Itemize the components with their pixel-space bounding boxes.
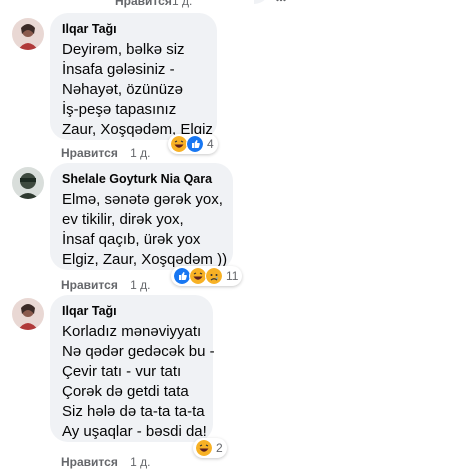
comment-line: Deyirəm, bəlkə siz <box>62 41 185 58</box>
reaction-count: 2 <box>216 441 223 455</box>
comment-timestamp[interactable]: 1 д. <box>130 146 150 160</box>
like-button[interactable]: Нравится <box>61 455 118 469</box>
comment-bubble: Shelale Goyturk Nia Qara Elmə, sənətə gə… <box>50 163 233 270</box>
comment-line: İş-peşə tapasınız <box>62 101 177 118</box>
avatar[interactable] <box>12 167 44 199</box>
comment-line: Siz hələ də ta-ta ta-ta <box>62 403 205 420</box>
reaction-summary[interactable]: 2 <box>193 438 227 458</box>
haha-icon <box>195 439 213 457</box>
more-options-icon[interactable] <box>276 0 286 2</box>
sad-icon <box>205 267 223 285</box>
comment-timestamp[interactable]: 1 д. <box>130 278 150 292</box>
comment-line: Nə qədər gedəcək bu - <box>62 343 215 360</box>
comment-author[interactable]: Ilqar Tağı <box>62 21 205 37</box>
comment-line: Çorək də getdi tata <box>62 383 189 400</box>
comment-author[interactable]: Shelale Goyturk Nia Qara <box>62 171 221 187</box>
user-photo-icon <box>12 18 44 50</box>
previous-bubble-corner <box>254 0 270 4</box>
avatar[interactable] <box>12 18 44 50</box>
like-button[interactable]: Нравится <box>61 146 118 160</box>
reaction-count: 11 <box>226 269 239 283</box>
comment-actions: Нравится 1 д. <box>61 146 151 160</box>
comment-line: İnsaf qaçıb, ürək yox <box>62 231 201 248</box>
user-photo-icon <box>12 298 44 330</box>
comment-line: Nəhayət, özünüzə <box>62 81 183 98</box>
comment-bubble: Ilqar Tağı Deyirəm, bəlkə siz İnsafa gəl… <box>50 13 217 140</box>
comment-line: Ay uşaqlar - bəsdi da! <box>62 423 207 440</box>
like-button[interactable]: Нравится <box>115 0 172 8</box>
like-button[interactable]: Нравится <box>61 278 118 292</box>
comment-bubble: Ilqar Tağı Korladız mənəviyyatı Nə qədər… <box>50 295 215 442</box>
comment-line: ev tikilir, dirək yox, <box>62 211 184 228</box>
comment-line: Çevir tatı - vur tatı <box>62 363 182 380</box>
comment-actions: Нравится 1 д. <box>61 278 151 292</box>
reaction-count: 4 <box>207 137 214 151</box>
avatar[interactable] <box>12 298 44 330</box>
comment-line: Korladız mənəviyyatı <box>62 323 202 340</box>
comment-actions: Нравится 1 д. <box>61 455 151 469</box>
comment-line: Elmə, sənətə gərək yox, <box>62 191 223 208</box>
like-icon <box>186 135 204 153</box>
comment-author[interactable]: Ilqar Tağı <box>62 303 201 319</box>
comment-timestamp[interactable]: 1 д. <box>130 455 150 469</box>
reaction-summary[interactable]: 11 <box>171 266 243 286</box>
previous-comment-actions: Нравится 1 д. <box>0 0 465 8</box>
comment-line: İnsafa gələsiniz - <box>62 61 175 78</box>
comment-timestamp[interactable]: 1 д. <box>172 0 192 8</box>
user-photo-icon <box>12 167 44 199</box>
reaction-summary[interactable]: 4 <box>168 134 218 154</box>
